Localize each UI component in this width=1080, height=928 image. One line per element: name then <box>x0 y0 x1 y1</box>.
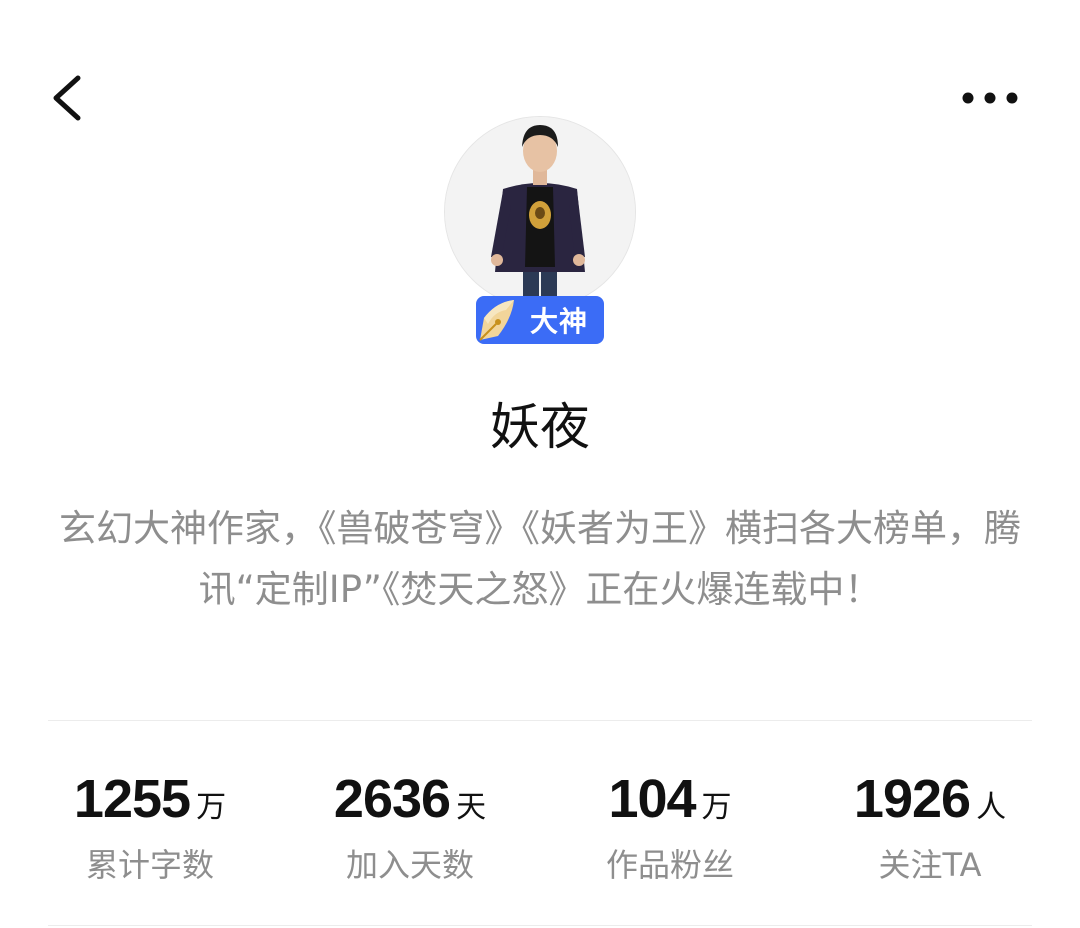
stat-unit: 天 <box>456 790 487 825</box>
stat-value: 104 <box>608 769 696 829</box>
author-avatar[interactable] <box>444 116 636 308</box>
stat-value: 1255 <box>73 769 191 829</box>
stat-following[interactable]: 1926 人 关注TA <box>800 768 1060 886</box>
stat-label: 作品粉丝 <box>605 846 734 884</box>
badge-label: 大神 <box>530 305 589 338</box>
stat-unit: 人 <box>976 790 1007 825</box>
stat-value: 2636 <box>333 769 451 829</box>
more-button[interactable] <box>956 78 1036 118</box>
author-name: 妖夜 <box>490 398 590 456</box>
stat-value: 1926 <box>853 769 971 829</box>
chevron-left-icon <box>53 75 81 121</box>
avatar-image <box>444 116 636 308</box>
stat-label: 关注TA <box>878 846 982 884</box>
stat-fans[interactable]: 104 万 作品粉丝 <box>540 768 800 886</box>
stat-days-joined: 2636 天 加入天数 <box>280 768 540 886</box>
author-level-badge: 大神 <box>476 296 604 344</box>
stat-total-words: 1255 万 累计字数 <box>20 768 280 886</box>
author-stats: 1255 万 累计字数 2636 天 加入天数 104 万 作品粉丝 1926 … <box>20 768 1060 886</box>
stat-label: 累计字数 <box>85 846 214 884</box>
pen-nib-icon <box>479 300 514 341</box>
divider <box>48 925 1032 926</box>
stat-unit: 万 <box>701 790 732 825</box>
stat-unit: 万 <box>196 790 227 825</box>
divider <box>48 720 1032 721</box>
more-horizontal-icon <box>962 92 1018 104</box>
stat-label: 加入天数 <box>345 846 474 884</box>
back-button[interactable] <box>44 70 100 126</box>
author-bio: 玄幻大神作家，《兽破苍穹》《妖者为王》横扫各大榜单，腾讯“定制IP”《焚天之怒》… <box>59 507 1021 611</box>
